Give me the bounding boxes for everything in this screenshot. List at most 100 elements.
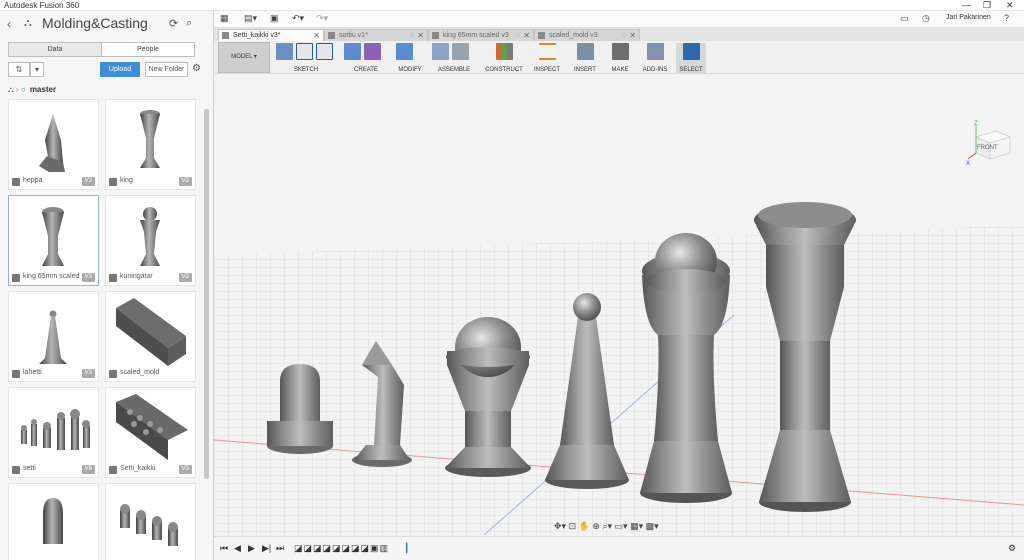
- file-card[interactable]: lahetti V3: [8, 291, 99, 382]
- search-icon[interactable]: ⌕: [186, 17, 192, 30]
- save-icon[interactable]: ▣: [270, 13, 279, 24]
- job-status-icon[interactable]: ◷: [922, 13, 930, 24]
- create-group[interactable]: CREATE: [344, 43, 388, 73]
- rectangle-icon[interactable]: [316, 43, 333, 60]
- branch-name[interactable]: master: [30, 85, 56, 94]
- close-tab-icon[interactable]: ✕: [417, 30, 424, 41]
- file-card[interactable]: king 65mm scaled V3: [8, 195, 99, 286]
- file-card[interactable]: [8, 483, 99, 560]
- insert-image-icon[interactable]: [576, 43, 594, 60]
- navigation-bar: ✥▾ ⊡ ✋ ⊕ ⌕▾ ▭▾ ▦▾ ▩▾: [554, 521, 659, 535]
- file-card[interactable]: [105, 483, 196, 560]
- scripts-icon[interactable]: [646, 43, 664, 60]
- help-icon[interactable]: ?: [1004, 13, 1009, 23]
- line-icon[interactable]: [296, 43, 313, 60]
- construct-group[interactable]: CONSTRUCT: [482, 43, 526, 73]
- doc-tab[interactable]: Setti_kaikki v3* ✕: [218, 29, 324, 41]
- measure-icon[interactable]: [538, 43, 556, 60]
- doc-icon: [432, 32, 439, 39]
- file-card[interactable]: setti V6: [8, 387, 99, 478]
- file-card[interactable]: scaled_mold: [105, 291, 196, 382]
- timeline-settings-icon[interactable]: ⚙: [1008, 543, 1016, 554]
- sketch-group[interactable]: SKETCH: [276, 43, 336, 73]
- assemble-group[interactable]: ASSEMBLE: [432, 43, 476, 73]
- gear-icon[interactable]: ⚙: [192, 63, 201, 74]
- viewcube[interactable]: FRONT Z X: [966, 119, 1016, 165]
- play-icon[interactable]: ▶: [248, 543, 255, 554]
- user-account-menu[interactable]: Jari Pakarinen: [946, 14, 991, 21]
- model-file-icon: [109, 274, 117, 282]
- display-settings-icon[interactable]: ▭▾: [615, 521, 628, 531]
- data-panel: ‹ ⛬ Molding&Casting ⟳ ⌕ Data People ⇅ ▾ …: [0, 11, 214, 560]
- back-chevron-icon[interactable]: ‹: [7, 17, 11, 31]
- version-badge: V2: [178, 177, 192, 186]
- joint-icon[interactable]: [452, 43, 469, 60]
- form-icon[interactable]: [364, 43, 381, 60]
- data-panel-header: ‹ ⛬ Molding&Casting ⟳ ⌕: [0, 11, 213, 39]
- offset-plane-icon[interactable]: [495, 43, 513, 60]
- close-tab-icon[interactable]: ✕: [313, 30, 320, 41]
- orbit-icon[interactable]: ✥▾: [554, 521, 566, 531]
- create-sketch-icon[interactable]: [276, 43, 293, 60]
- tab-people[interactable]: People: [102, 43, 194, 56]
- look-at-icon[interactable]: ⊡: [569, 521, 577, 531]
- restore-button[interactable]: ❐: [983, 0, 991, 11]
- first-step-icon[interactable]: ⏮: [220, 543, 228, 554]
- model-canvas[interactable]: [214, 75, 1024, 545]
- pan-icon[interactable]: ✋: [579, 521, 590, 531]
- grid-settings-icon[interactable]: ▦▾: [630, 521, 643, 531]
- file-card[interactable]: Setti_kaikki V3: [105, 387, 196, 478]
- minimize-button[interactable]: —: [962, 0, 971, 11]
- doc-tab[interactable]: sottiu v1* ◌ ✕: [324, 29, 428, 41]
- previous-step-icon[interactable]: ◀: [234, 543, 241, 554]
- doc-tab[interactable]: scaled_mold v3 ◌ ✕: [534, 29, 640, 41]
- file-card[interactable]: heppa V2: [8, 99, 99, 190]
- add-ins-group[interactable]: ADD-INS: [638, 43, 672, 73]
- last-step-icon[interactable]: ⏭: [276, 543, 284, 554]
- notifications-icon[interactable]: ▭: [900, 13, 909, 24]
- inspect-group[interactable]: INSPECT: [532, 43, 562, 73]
- insert-group[interactable]: INSERT: [570, 43, 600, 73]
- doc-tab-label: Setti_kaikki v3*: [233, 32, 281, 39]
- sort-button[interactable]: ⇅: [8, 62, 30, 77]
- file-name: scaled_mold: [120, 369, 160, 376]
- upload-button[interactable]: Upload: [100, 62, 140, 77]
- view-dropdown-button[interactable]: ▾: [30, 62, 44, 77]
- undo-icon[interactable]: ↶▾: [292, 13, 304, 24]
- close-tab-icon[interactable]: ✕: [523, 30, 530, 41]
- scaled-mold-thumbnail: [116, 298, 186, 366]
- ground-grid: [214, 225, 1024, 545]
- viewcube-front-label: FRONT: [977, 145, 998, 151]
- close-window-button[interactable]: ✕: [1006, 0, 1014, 11]
- refresh-icon[interactable]: ⟳: [169, 17, 178, 30]
- zoom-icon[interactable]: ⊕: [592, 521, 600, 531]
- select-cursor-icon[interactable]: [682, 43, 700, 60]
- canvas-viewport[interactable]: FRONT Z X ✥▾ ⊡ ✋ ⊕ ⌕▾ ▭▾ ▦▾ ▩▾: [214, 75, 1024, 545]
- hub-icon[interactable]: ⛬: [8, 85, 14, 94]
- file-card[interactable]: kuningatar V2: [105, 195, 196, 286]
- grid-menu-icon[interactable]: ▦: [220, 13, 229, 24]
- viewports-icon[interactable]: ▩▾: [646, 521, 659, 531]
- 3d-print-icon[interactable]: [611, 43, 629, 60]
- zoom-window-icon[interactable]: ⌕▾: [602, 521, 612, 531]
- file-card[interactable]: king V2: [105, 99, 196, 190]
- file-grid-scrollbar[interactable]: [204, 109, 209, 479]
- model-file-icon: [109, 370, 117, 378]
- press-pull-icon[interactable]: [396, 43, 413, 60]
- select-group[interactable]: SELECT: [676, 43, 706, 73]
- close-tab-icon[interactable]: ✕: [629, 30, 636, 41]
- next-step-icon[interactable]: ▶|: [262, 543, 271, 554]
- file-menu-icon[interactable]: ▤▾: [244, 13, 257, 24]
- workspace-switcher[interactable]: MODEL ▾: [218, 42, 270, 73]
- new-folder-button[interactable]: New Folder: [145, 62, 188, 77]
- timeline-features[interactable]: ◪◪◪◪◪◪◪◪▣▥: [294, 543, 389, 554]
- modify-group[interactable]: MODIFY: [396, 43, 424, 73]
- new-component-icon[interactable]: [432, 43, 449, 60]
- extrude-icon[interactable]: [344, 43, 361, 60]
- redo-icon[interactable]: ↷▾: [316, 13, 328, 24]
- tab-data[interactable]: Data: [9, 43, 102, 56]
- make-group[interactable]: MAKE: [606, 43, 634, 73]
- timeline-marker[interactable]: ┃: [404, 543, 409, 554]
- doc-tab-label: king 65mm scaled v3: [443, 32, 509, 39]
- doc-tab[interactable]: king 65mm scaled v3 ◌ ✕: [428, 29, 534, 41]
